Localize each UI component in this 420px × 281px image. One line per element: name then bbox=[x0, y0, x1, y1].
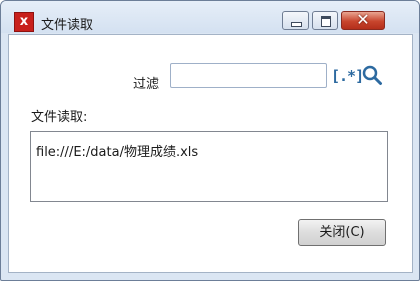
close-icon: ✕ bbox=[356, 10, 370, 29]
maximize-button[interactable] bbox=[312, 11, 338, 30]
filter-label: 过滤 bbox=[133, 77, 160, 92]
close-button[interactable]: 关闭(C) bbox=[298, 219, 386, 246]
minimize-icon bbox=[291, 22, 302, 27]
close-window-button[interactable]: ✕ bbox=[341, 10, 385, 30]
filter-input[interactable] bbox=[170, 63, 327, 88]
maximize-icon bbox=[321, 16, 331, 27]
regex-toggle-icon[interactable]: [.*] bbox=[331, 65, 364, 87]
title-bar[interactable]: ⅹ 文件读取 ✕ bbox=[1, 1, 419, 33]
search-icon[interactable] bbox=[360, 63, 384, 87]
file-read-label: 文件读取: bbox=[31, 110, 88, 125]
window-title: 文件读取 bbox=[41, 18, 94, 33]
file-content-textarea[interactable]: file:///E:/data/物理成绩.xls bbox=[30, 131, 388, 202]
minimize-button[interactable] bbox=[282, 11, 309, 30]
app-icon: ⅹ bbox=[14, 12, 34, 32]
